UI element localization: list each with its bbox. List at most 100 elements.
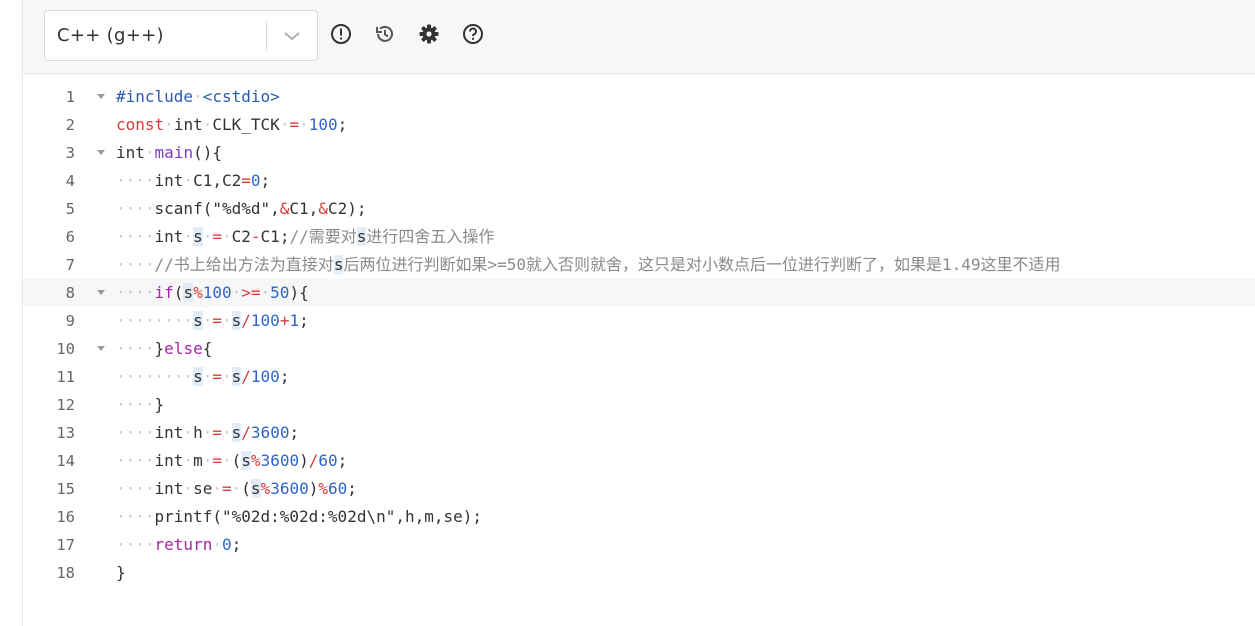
line-number: 8 (65, 284, 75, 302)
code-token: ( (241, 479, 251, 498)
code-token: / (241, 423, 251, 442)
code-token: ( (231, 451, 242, 470)
code-token: ; (289, 423, 300, 442)
code-token: s (231, 367, 242, 386)
code-line[interactable]: 17 ····return·0; (23, 531, 1255, 559)
code-line[interactable]: 13 ····int·h·=·s/3600; (23, 419, 1255, 447)
whitespace-marker: ···· (116, 171, 155, 190)
code-token: = (212, 311, 222, 330)
info-button[interactable] (329, 23, 353, 48)
code-line[interactable]: 9 ········s·=·s/100+1; (23, 307, 1255, 335)
whitespace-marker: · (164, 115, 174, 134)
code-token: = (212, 451, 222, 470)
code-token: int (173, 115, 203, 134)
whitespace-marker: · (279, 115, 290, 134)
whitespace-marker: ···· (116, 283, 155, 302)
code-line[interactable]: 18} (23, 559, 1255, 587)
code-token: 100 (250, 311, 280, 330)
whitespace-marker: ········ (116, 367, 194, 386)
whitespace-marker: ···· (116, 451, 155, 470)
fold-toggle-icon[interactable] (97, 290, 105, 295)
code-token: s (231, 423, 242, 442)
code-line[interactable]: 12 ····} (23, 391, 1255, 419)
code-token: } (116, 563, 126, 582)
whitespace-marker: · (231, 479, 242, 498)
code-token: / (308, 451, 319, 470)
line-number: 1 (65, 88, 75, 106)
whitespace-marker: · (222, 227, 232, 246)
whitespace-marker: · (202, 227, 213, 246)
code-token: main (154, 143, 194, 162)
code-line[interactable]: 5 ····scanf("%d%d",&C1,&C2); (23, 195, 1255, 223)
fold-toggle-icon[interactable] (97, 346, 105, 351)
code-token: s (356, 227, 367, 246)
code-token: / (241, 311, 251, 330)
code-token: CLK_TCK (212, 115, 280, 134)
line-number: 18 (56, 564, 75, 582)
code-line[interactable]: 3 int·main(){ (23, 139, 1255, 167)
code-line[interactable]: 16 ····printf("%02d:%02d:%02d\n",h,m,se); (23, 503, 1255, 531)
code-line[interactable]: 6 ····int·s·=·C2-C1;//需要对s进行四舍五入操作 (23, 223, 1255, 251)
code-token: % (318, 479, 328, 498)
code-line[interactable]: 7 ····//书上给出方法为直接对s后两位进行判断如果>=50就入否则就舍，这只… (23, 251, 1255, 279)
code-token: //书上给出方法为直接对 (154, 255, 334, 274)
code-token: ( (173, 283, 184, 302)
whitespace-marker: · (183, 171, 194, 190)
line-number: 9 (65, 312, 75, 330)
code-text: ····int·m·=·(s%3600)/60; (116, 447, 347, 475)
whitespace-marker: · (183, 479, 194, 498)
code-token: ; (260, 171, 271, 190)
whitespace-marker: · (144, 143, 155, 162)
line-number: 5 (65, 200, 75, 218)
code-token: printf("%02d:%02d:%02d\n",h,m,se); (154, 507, 483, 526)
code-token: % (193, 283, 203, 302)
code-token: 后两位进行判断如果>=50就入否则就舍，这只是对小数点后一位进行判断了，如果是1… (343, 255, 1061, 274)
code-line[interactable]: 15 ····int·se·=·(s%3600)%60; (23, 475, 1255, 503)
code-token: 0 (221, 535, 232, 554)
whitespace-marker: ···· (116, 535, 155, 554)
line-number: 17 (56, 536, 75, 554)
code-line[interactable]: 10 ····}else{ (23, 335, 1255, 363)
editor-toolbar: C++ (g++) (23, 0, 1255, 74)
code-token: s (241, 451, 251, 470)
whitespace-marker: · (222, 423, 232, 442)
code-text: #include·<cstdio> (116, 83, 280, 111)
code-line[interactable]: 8 ····if(s%100·>=·50){ (23, 279, 1255, 307)
code-line[interactable]: 14 ····int·m·=·(s%3600)/60; (23, 447, 1255, 475)
code-token: & (279, 199, 290, 218)
code-token: s (231, 311, 242, 330)
code-text: ········s·=·s/100+1; (116, 307, 309, 335)
code-token: 50 (270, 283, 290, 302)
code-editor[interactable]: 1 #include·<cstdio> 2 const·int·CLK_TCK·=·1… (23, 75, 1255, 626)
code-token: = (212, 227, 222, 246)
fold-toggle-icon[interactable] (97, 150, 105, 155)
code-token: & (318, 199, 328, 218)
code-token: m (193, 451, 203, 470)
language-select[interactable]: C++ (g++) (44, 10, 318, 61)
language-select-value: C++ (g++) (57, 25, 164, 46)
code-line[interactable]: 11 ········s·=·s/100; (23, 363, 1255, 391)
line-number: 16 (56, 508, 75, 526)
help-button[interactable] (461, 23, 485, 48)
code-token: s (193, 227, 203, 246)
code-token: const (116, 115, 165, 134)
code-text: ····if(s%100·>=·50){ (116, 279, 309, 307)
code-line[interactable]: 2 const·int·CLK_TCK·=·100; (23, 111, 1255, 139)
chevron-down-icon[interactable] (267, 30, 317, 42)
code-token: } (154, 339, 165, 358)
code-token: - (250, 227, 261, 246)
history-button[interactable] (373, 24, 397, 48)
code-token: 0 (250, 171, 261, 190)
whitespace-marker: ···· (116, 395, 155, 414)
fold-toggle-icon[interactable] (97, 94, 105, 99)
line-number: 14 (56, 452, 75, 470)
code-line[interactable]: 4 ····int·C1,C2=0; (23, 167, 1255, 195)
code-token: ; (279, 367, 290, 386)
code-text: int·main(){ (116, 139, 222, 167)
code-line[interactable]: 1 #include·<cstdio> (23, 83, 1255, 111)
code-token: se (193, 479, 213, 498)
code-token: int (154, 423, 184, 442)
settings-button[interactable] (417, 24, 441, 48)
whitespace-marker: · (221, 311, 232, 330)
whitespace-marker: ···· (116, 479, 155, 498)
